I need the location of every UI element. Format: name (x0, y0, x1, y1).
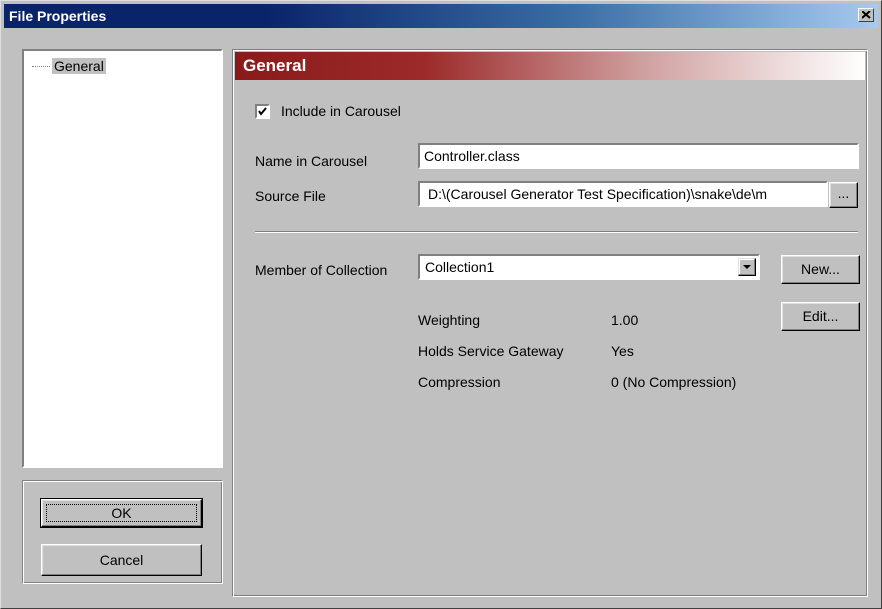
tree-connector (32, 65, 50, 67)
member-of-collection-label: Member of Collection (255, 262, 388, 278)
new-collection-button[interactable]: New... (781, 255, 860, 284)
tree-item-label: General (52, 58, 106, 74)
tree-item-general[interactable]: General (32, 57, 106, 75)
cancel-button-label: Cancel (99, 552, 144, 568)
holds-service-gateway-label: Holds Service Gateway (418, 343, 564, 359)
category-tree[interactable]: General (22, 49, 223, 468)
ok-button[interactable]: OK (40, 498, 203, 528)
compression-value: 0 (No Compression) (611, 374, 737, 390)
window-title: File Properties (9, 8, 107, 24)
collection-dropdown-value: Collection1 (425, 259, 495, 275)
close-icon (862, 11, 871, 19)
dropdown-arrow-button[interactable] (738, 258, 756, 276)
name-in-carousel-label: Name in Carousel (255, 153, 368, 169)
new-button-label: New... (801, 261, 840, 277)
source-file-label: Source File (255, 188, 326, 204)
collection-dropdown[interactable]: Collection1 (418, 254, 760, 280)
compression-label: Compression (418, 374, 501, 390)
section-divider (255, 231, 858, 233)
weighting-label: Weighting (418, 312, 481, 328)
button-group: OK Cancel (22, 480, 223, 584)
cancel-button[interactable]: Cancel (41, 544, 202, 576)
focus-rectangle (46, 504, 197, 522)
edit-collection-button[interactable]: Edit... (781, 302, 860, 331)
close-button[interactable] (858, 8, 874, 22)
edit-button-label: Edit... (802, 308, 839, 324)
panel-header: General (235, 52, 865, 80)
chevron-down-icon (743, 265, 751, 269)
general-panel: General (232, 49, 868, 597)
include-in-carousel-label: Include in Carousel (281, 103, 401, 119)
name-in-carousel-input[interactable]: Controller.class (418, 143, 859, 169)
weighting-value: 1.00 (611, 312, 639, 328)
checkmark-icon (258, 107, 267, 116)
panel-title: General (243, 56, 307, 75)
browse-button-label: ... (837, 185, 850, 201)
browse-button[interactable]: ... (829, 182, 858, 208)
holds-service-gateway-value: Yes (611, 343, 634, 359)
include-in-carousel-checkbox[interactable] (255, 104, 270, 119)
title-bar: File Properties (4, 4, 878, 28)
source-file-input[interactable]: D:\(Carousel Generator Test Specificatio… (418, 181, 828, 207)
